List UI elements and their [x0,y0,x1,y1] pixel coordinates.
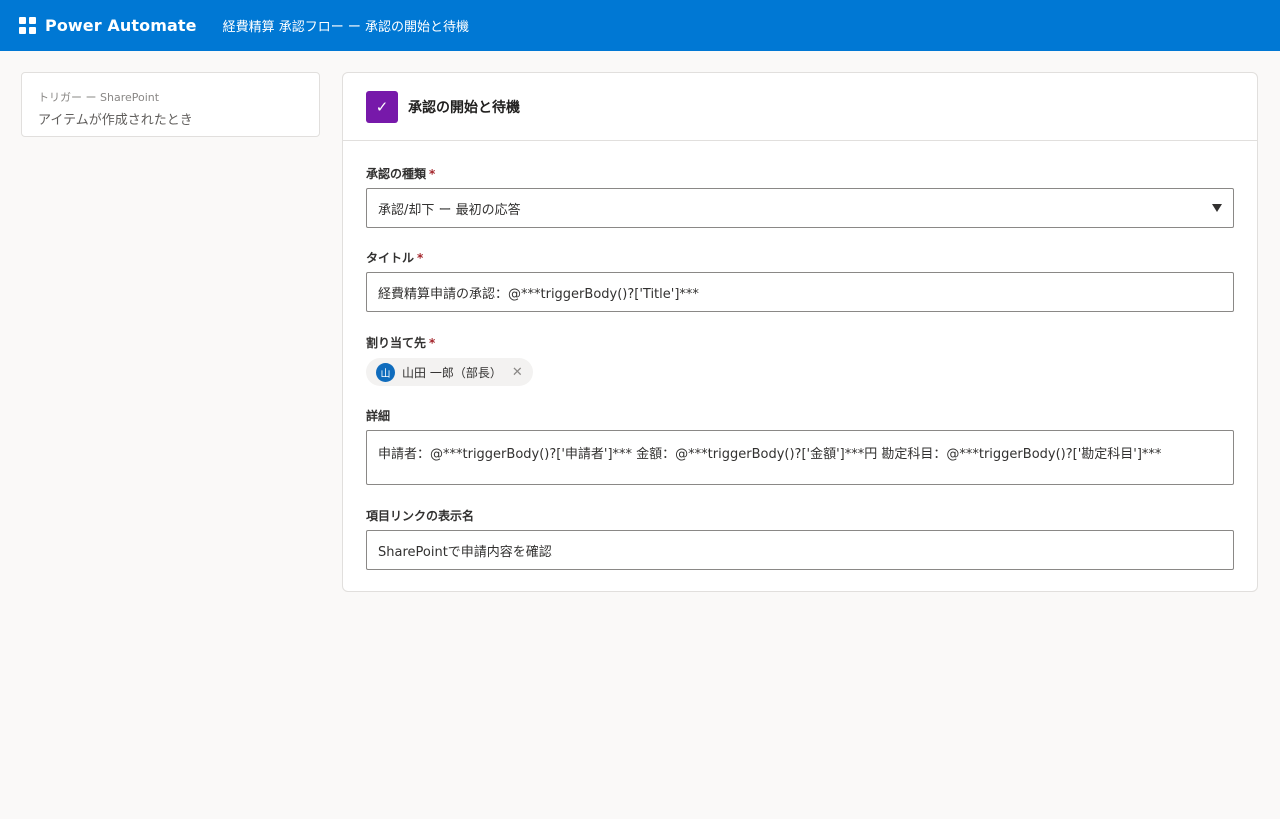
trigger-name: アイテムが作成されたとき [38,113,193,128]
brand[interactable]: Power Automate [19,16,197,35]
details-value: 申請者：@***triggerBody()?['申請者']*** 金額：@***… [378,447,1162,462]
flow-title: 経費精算 承認フロー ー 承認の開始と待機 [222,20,470,35]
assignee-chip[interactable]: 山 山田 一郎（部長） ✕ [366,358,533,386]
action-card: ✓ 承認の開始と待機 承認の種類 * 承認/却下 ー 最初の応答 タイトル * 経費… [342,72,1258,592]
top-bar: Power Automate 経費精算 承認フロー ー 承認の開始と待機 [0,0,1280,51]
approval-type-value: 承認/却下 ー 最初の応答 [378,202,521,218]
approval-type-label: 承認の種類 * [366,165,435,182]
required-marker: * [429,336,436,350]
details-textarea[interactable]: 申請者：@***triggerBody()?['申請者']*** 金額：@***… [366,430,1234,485]
item-link-label-text: 項目リンクの表示名 [366,509,475,523]
assigned-to-label: 割り当て先 * [366,334,435,351]
approval-type-select[interactable]: 承認/却下 ー 最初の応答 [366,188,1234,228]
required-marker: * [429,167,436,181]
assignee-name: 山田 一郎（部長） [402,365,502,380]
title-label: タイトル * [366,249,423,266]
checkmark-icon: ✓ [366,90,398,123]
assigned-to-label-text: 割り当て先 [366,336,427,350]
item-link-label: 項目リンクの表示名 [366,507,474,524]
trigger-kind: トリガー ー SharePoint [38,91,160,104]
close-icon[interactable]: ✕ [512,366,523,379]
avatar: 山 [376,362,395,382]
action-title: 承認の開始と待機 [408,99,520,116]
item-link-value: SharePointで申請内容を確認 [378,544,552,560]
approval-type-label-text: 承認の種類 [366,167,427,181]
app-name: Power Automate [45,16,197,35]
action-header[interactable]: ✓ 承認の開始と待機 [343,73,1257,141]
details-label: 詳細 [366,407,390,424]
details-label-text: 詳細 [366,409,391,423]
title-value: 経費精算申請の承認：@***triggerBody()?['Title']*** [378,286,699,302]
title-label-text: タイトル [366,251,415,265]
app-launcher-icon[interactable] [19,17,36,34]
required-marker: * [417,251,424,265]
title-input[interactable]: 経費精算申請の承認：@***triggerBody()?['Title']*** [366,272,1234,312]
trigger-card[interactable]: トリガー ー SharePoint アイテムが作成されたとき [21,72,320,137]
item-link-input[interactable]: SharePointで申請内容を確認 [366,530,1234,570]
caret-down-icon[interactable] [1212,204,1222,212]
